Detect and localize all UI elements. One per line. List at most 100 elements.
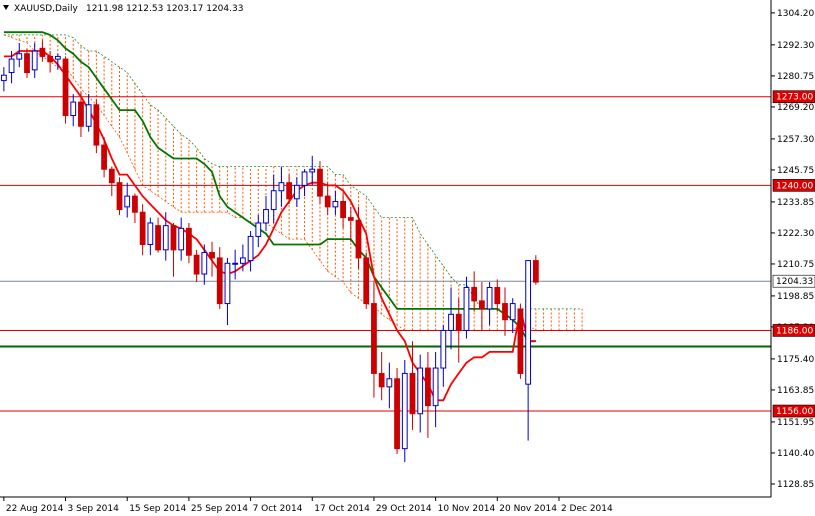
bearish-candle[interactable]: [363, 257, 370, 305]
price-tick-label: 1257.30: [777, 135, 814, 145]
level-price-label: 1273.00: [776, 93, 813, 103]
bearish-candle[interactable]: [478, 300, 485, 310]
bullish-candle[interactable]: [332, 200, 339, 208]
price-tick-label: 1245.75: [777, 166, 814, 176]
price-tick-label: 1198.85: [777, 292, 814, 302]
bullish-candle[interactable]: [432, 367, 439, 407]
bearish-candle[interactable]: [101, 144, 107, 170]
bullish-candle[interactable]: [255, 222, 262, 237]
bullish-candle[interactable]: [0, 74, 7, 82]
price-tick-label: 1175.40: [777, 355, 814, 365]
bearish-candle[interactable]: [347, 217, 354, 221]
price-tick-label: 1140.40: [777, 449, 814, 459]
bullish-candle[interactable]: [278, 182, 285, 192]
chart-ohlc: 1211.98 1212.53 1203.17 1204.33: [86, 4, 243, 14]
price-tick-label: 1128.85: [777, 480, 814, 490]
bearish-candle[interactable]: [139, 211, 146, 245]
time-tick-label: 17 Oct 2014: [314, 504, 370, 514]
bearish-candle[interactable]: [24, 53, 30, 74]
time-tick-label: 29 Oct 2014: [376, 504, 432, 514]
bullish-candle[interactable]: [70, 101, 77, 117]
bullish-candle[interactable]: [178, 227, 185, 251]
bearish-candle[interactable]: [455, 313, 462, 331]
level-price-label: 1156.00: [776, 407, 813, 417]
bullish-candle[interactable]: [8, 58, 15, 74]
bearish-candle[interactable]: [494, 286, 501, 305]
bearish-candle[interactable]: [170, 225, 177, 251]
bearish-candle[interactable]: [116, 182, 123, 211]
bearish-candle[interactable]: [371, 303, 377, 374]
time-tick-label: 22 Aug 2014: [6, 504, 64, 514]
bearish-candle[interactable]: [39, 47, 46, 57]
bearish-candle[interactable]: [286, 182, 293, 200]
time-tick-label: 25 Sep 2014: [191, 504, 248, 514]
bearish-candle[interactable]: [47, 55, 54, 63]
bullish-candle[interactable]: [31, 50, 38, 71]
level-price-label: 1186.00: [776, 326, 813, 336]
bearish-candle[interactable]: [324, 195, 331, 208]
bullish-candle[interactable]: [440, 329, 447, 369]
time-tick-label: 2 Dec 2014: [561, 504, 613, 514]
bullish-candle[interactable]: [509, 303, 516, 321]
bearish-candle[interactable]: [471, 286, 478, 302]
bullish-candle[interactable]: [417, 367, 424, 415]
bearish-candle[interactable]: [132, 195, 138, 213]
price-tick-label: 1280.75: [777, 72, 814, 82]
bearish-candle[interactable]: [155, 225, 161, 251]
bullish-candle[interactable]: [224, 262, 231, 305]
bearish-candle[interactable]: [209, 252, 215, 259]
bearish-candle[interactable]: [93, 104, 100, 146]
bearish-candle[interactable]: [216, 257, 223, 305]
bullish-candle[interactable]: [309, 168, 316, 173]
time-tick-label: 3 Sep 2014: [68, 504, 120, 514]
bearish-candle[interactable]: [317, 168, 323, 197]
bullish-candle[interactable]: [463, 286, 470, 331]
bullish-candle[interactable]: [162, 225, 169, 251]
bearish-candle[interactable]: [62, 58, 69, 117]
bearish-candle[interactable]: [108, 168, 115, 184]
bearish-candle[interactable]: [532, 260, 539, 283]
level-price-label: 1240.00: [776, 181, 813, 191]
time-tick-label: 7 Oct 2014: [253, 504, 303, 514]
bullish-candle[interactable]: [486, 286, 493, 310]
bearish-candle[interactable]: [517, 308, 524, 374]
bullish-candle[interactable]: [85, 104, 92, 127]
current-price-label: 1204.33: [776, 277, 813, 287]
time-tick-label: 15 Sep 2014: [129, 504, 186, 514]
bearish-candle[interactable]: [193, 254, 200, 275]
price-chart[interactable]: 1304.20 1292.30 1280.75 1269.20 1257.30 1245.…: [0, 0, 815, 516]
bearish-candle[interactable]: [378, 372, 385, 388]
bearish-candle[interactable]: [425, 367, 431, 407]
bearish-candle[interactable]: [409, 372, 416, 415]
price-tick-label: 1163.85: [777, 386, 814, 396]
time-tick-label: 10 Nov 2014: [438, 504, 496, 514]
bearish-candle[interactable]: [394, 378, 400, 450]
price-tick-label: 1210.75: [777, 260, 814, 270]
bearish-candle[interactable]: [78, 101, 84, 127]
bullish-candle[interactable]: [16, 53, 23, 60]
bullish-candle[interactable]: [386, 378, 393, 388]
bullish-candle[interactable]: [201, 252, 208, 275]
chart-symbol: XAUUSD,Daily: [14, 4, 78, 14]
bullish-candle[interactable]: [525, 260, 532, 385]
bearish-candle[interactable]: [340, 200, 346, 219]
price-tick-label: 1269.20: [777, 103, 814, 113]
price-tick-label: 1151.95: [777, 418, 814, 428]
bullish-candle[interactable]: [293, 184, 300, 200]
bullish-candle[interactable]: [147, 222, 154, 245]
bullish-candle[interactable]: [247, 235, 254, 262]
bullish-candle[interactable]: [448, 313, 454, 331]
price-tick-label: 1233.85: [777, 198, 814, 208]
bullish-candle[interactable]: [232, 262, 239, 265]
bearish-candle[interactable]: [186, 227, 192, 256]
bearish-candle[interactable]: [502, 303, 508, 321]
bullish-candle[interactable]: [401, 372, 408, 450]
bearish-candle[interactable]: [355, 219, 362, 259]
bullish-candle[interactable]: [239, 257, 246, 264]
bullish-candle[interactable]: [124, 195, 131, 208]
time-tick-label: 20 Nov 2014: [499, 504, 557, 514]
bullish-candle[interactable]: [301, 171, 308, 186]
bullish-candle[interactable]: [270, 190, 277, 211]
bullish-candle[interactable]: [54, 55, 61, 60]
bullish-candle[interactable]: [263, 209, 269, 224]
